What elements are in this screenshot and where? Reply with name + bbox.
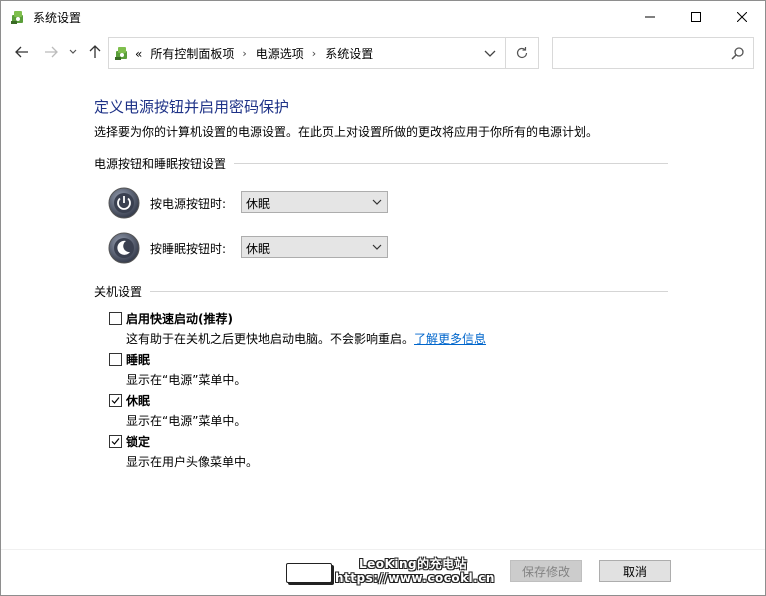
divider (150, 291, 668, 292)
checkmark-icon (111, 397, 120, 404)
lock-description: 显示在用户头像菜单中。 (126, 455, 259, 469)
navigation-bar: « 所有控制面板项 › 电源选项 › 系统设置 (1, 35, 765, 71)
sleep-button-label: 按睡眠按钮时: (150, 242, 227, 256)
breadcrumb-item-system-settings[interactable]: 系统设置 (325, 45, 373, 62)
maximize-button[interactable] (673, 1, 719, 32)
address-dropdown-button[interactable] (483, 46, 497, 60)
search-input[interactable] (552, 37, 754, 69)
chevron-down-icon (372, 244, 382, 250)
sleep-button-value: 休眠 (246, 242, 271, 256)
sleep-button-setting: 按睡眠按钮时: 休眠 (108, 232, 408, 264)
breadcrumb-item-power-options[interactable]: 电源选项 (256, 45, 304, 62)
sleep-button-select[interactable]: 休眠 (241, 236, 388, 258)
sleep-label[interactable]: 睡眠 (126, 351, 150, 368)
footer-divider (1, 549, 765, 550)
cancel-button[interactable]: 取消 (599, 560, 671, 582)
arrow-up-icon (89, 45, 101, 58)
power-button-select[interactable]: 休眠 (241, 191, 388, 213)
sleep-checkbox[interactable] (109, 353, 122, 366)
breadcrumb-item-control-panel[interactable]: 所有控制面板项 (150, 45, 234, 62)
watermark-url: https://www.cocokl.cn (335, 571, 495, 585)
page-description: 选择要为你的计算机设置的电源设置。在此页上对设置所做的更改将应用于你所有的电源计… (94, 125, 599, 139)
power-button-value: 休眠 (246, 197, 271, 211)
close-button[interactable] (719, 1, 765, 32)
sleep-description: 显示在“电源”菜单中。 (126, 373, 247, 387)
recent-locations-button[interactable] (67, 43, 79, 61)
chevron-down-icon (484, 50, 496, 57)
section-heading-buttons: 电源按钮和睡眠按钮设置 (94, 155, 668, 172)
refresh-icon (516, 47, 528, 59)
power-button-label: 按电源按钮时: (150, 197, 227, 211)
breadcrumb: « 所有控制面板项 › 电源选项 › 系统设置 (135, 45, 373, 62)
power-button-setting: 按电源按钮时: 休眠 (108, 187, 408, 219)
arrow-right-icon (45, 46, 58, 58)
refresh-button[interactable] (506, 37, 539, 69)
power-icon (108, 187, 140, 219)
up-button[interactable] (86, 43, 104, 61)
learn-more-link[interactable]: 了解更多信息 (414, 332, 486, 346)
address-bar[interactable]: « 所有控制面板项 › 电源选项 › 系统设置 (108, 37, 506, 69)
checkmark-icon (111, 438, 120, 445)
back-button[interactable] (13, 43, 31, 61)
fast-startup-checkbox[interactable] (109, 312, 122, 325)
window-title: 系统设置 (33, 11, 82, 25)
arrow-left-icon (15, 46, 28, 58)
section-heading-shutdown: 关机设置 (94, 283, 668, 300)
forward-button[interactable] (42, 43, 60, 61)
hibernate-checkbox[interactable] (109, 394, 122, 407)
breadcrumb-overflow[interactable]: « (135, 47, 142, 61)
title-bar: 系统设置 (1, 1, 765, 32)
watermark-logo (286, 563, 332, 583)
window: 系统设置 « 所有控制面板项 › 电源选项 › 系统设置 定义电源按钮并启用密码… (0, 0, 766, 596)
sleep-icon (108, 232, 140, 264)
fast-startup-label[interactable]: 启用快速启动(推荐) (126, 310, 233, 327)
chevron-right-icon[interactable]: › (242, 47, 246, 60)
search-icon[interactable] (731, 46, 745, 60)
minimize-button[interactable] (627, 1, 673, 32)
chevron-right-icon[interactable]: › (312, 47, 316, 60)
divider (234, 163, 668, 164)
hibernate-label[interactable]: 休眠 (126, 392, 150, 409)
page-title: 定义电源按钮并启用密码保护 (94, 98, 290, 116)
lock-checkbox[interactable] (109, 435, 122, 448)
fast-startup-description: 这有助于在关机之后更快地启动电脑。不会影响重启。了解更多信息 (126, 332, 487, 346)
save-button[interactable]: 保存修改 (510, 560, 582, 582)
control-panel-icon (10, 9, 26, 25)
control-panel-icon (114, 45, 130, 61)
watermark-title: LeoKing的充电站 (359, 557, 468, 571)
chevron-down-icon (69, 49, 77, 54)
chevron-down-icon (372, 199, 382, 205)
hibernate-description: 显示在“电源”菜单中。 (126, 414, 247, 428)
lock-label[interactable]: 锁定 (126, 433, 150, 450)
